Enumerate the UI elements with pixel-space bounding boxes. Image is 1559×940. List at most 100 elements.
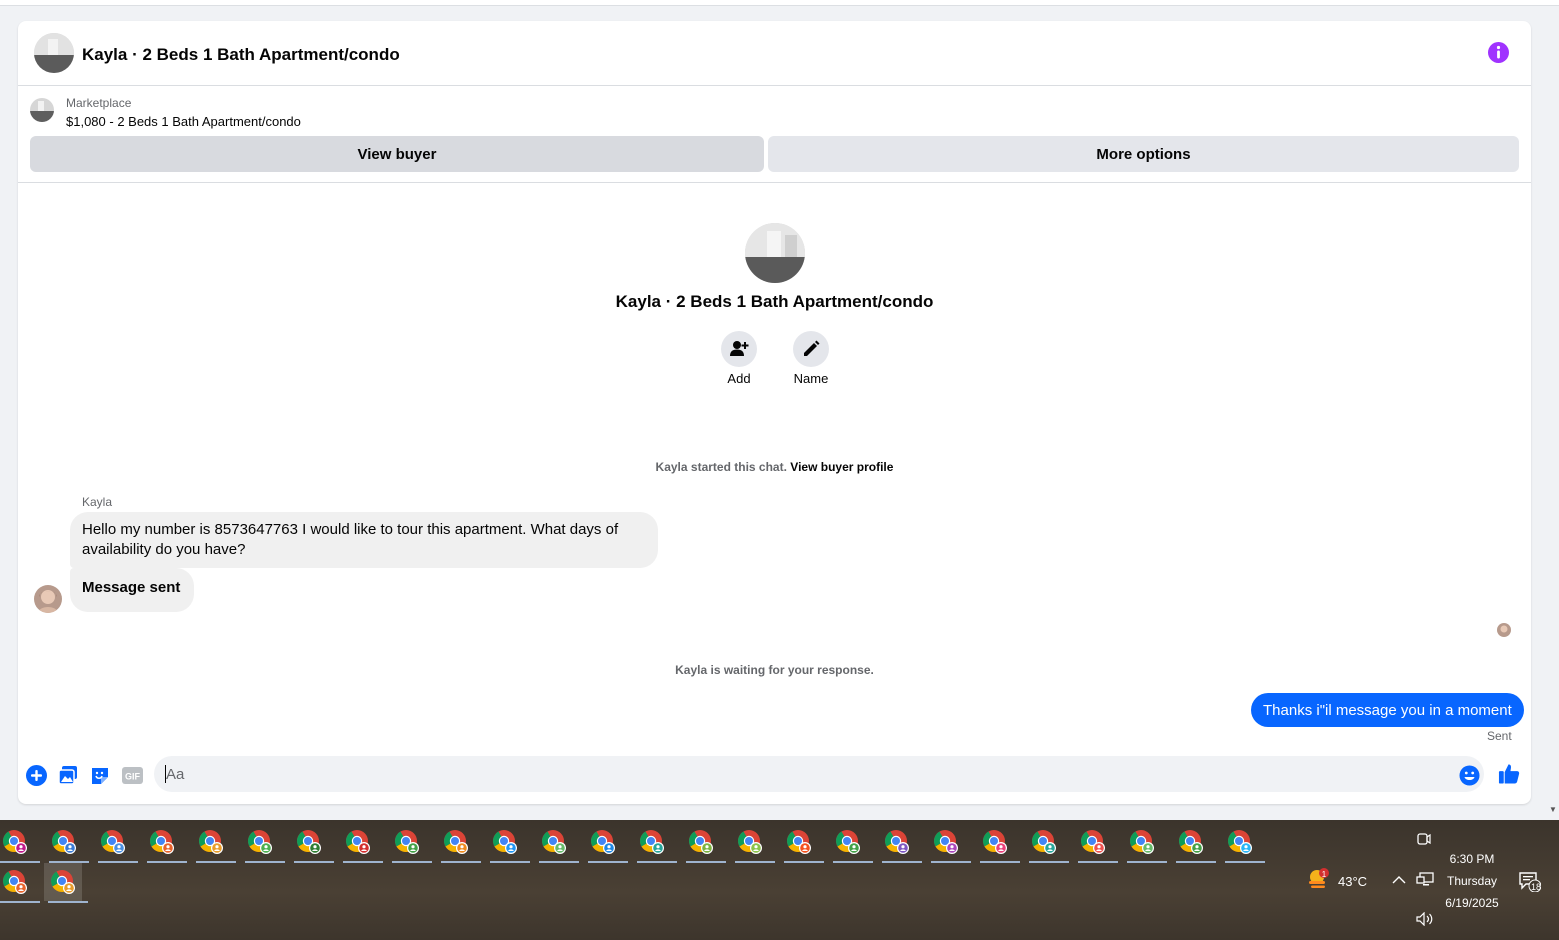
chrome-taskbar-icon[interactable] [1172,823,1216,863]
listing-price-title[interactable]: $1,080 - 2 Beds 1 Bath Apartment/condo [66,114,301,129]
taskbar-running-indicator [147,861,187,863]
taskbar-running-indicator [1127,861,1167,863]
taskbar-running-indicator [980,861,1020,863]
emoji-icon[interactable] [1458,764,1480,786]
taskbar-running-indicator [98,861,138,863]
taskbar-running-indicator [588,861,628,863]
sticker-icon[interactable] [89,764,111,786]
taskbar-running-indicator [343,861,383,863]
chevron-up-icon[interactable] [1392,874,1406,888]
listing-thumbnail[interactable] [30,98,54,122]
taskbar-running-indicator [392,861,432,863]
chrome-taskbar-icon[interactable] [44,863,88,903]
message-input[interactable] [154,756,1484,792]
chrome-taskbar-icon[interactable] [241,823,285,863]
windows-taskbar: 1 43°C 6:30 PM Thursday 6/19/2025 18 [0,820,1559,940]
chrome-taskbar-icon[interactable] [0,863,40,903]
chrome-taskbar-icon[interactable] [633,823,677,863]
taskbar-running-indicator [931,861,971,863]
message-composer: GIF [18,756,1531,796]
view-buyer-profile-link[interactable]: View buyer profile [790,460,893,474]
clock-date[interactable]: 6/19/2025 [1438,896,1506,910]
browser-top-strip [0,0,1559,6]
taskbar-running-indicator [735,861,775,863]
taskbar-running-indicator [0,901,40,903]
chrome-taskbar-icon[interactable] [584,823,628,863]
taskbar-running-indicator [48,901,88,903]
chat-header: Kayla · 2 Beds 1 Bath Apartment/condo [18,21,1531,86]
add-label: Add [727,371,751,386]
text-caret [165,765,166,783]
chat-started-line: Kayla started this chat. View buyer prof… [18,460,1531,474]
meet-now-icon[interactable] [1417,832,1431,849]
taskbar-running-indicator [294,861,334,863]
sent-status: Sent [1487,729,1512,743]
thumbs-up-icon[interactable] [1498,762,1520,784]
chrome-taskbar-icon[interactable] [535,823,579,863]
chat-title[interactable]: Kayla · 2 Beds 1 Bath Apartment/condo [82,45,400,65]
weather-temperature[interactable]: 43°C [1338,874,1367,889]
chrome-taskbar-icon[interactable] [1074,823,1118,863]
add-person-icon [730,341,749,356]
weather-alert-badge: 1 [1321,870,1327,879]
chrome-taskbar-icon[interactable] [339,823,383,863]
chrome-taskbar-icon[interactable] [1123,823,1167,863]
chrome-taskbar-icon[interactable] [0,823,40,863]
incoming-message[interactable]: Message sent [70,568,195,612]
chrome-taskbar-icon[interactable] [94,823,138,863]
view-buyer-button[interactable]: View buyer [30,136,764,172]
taskbar-running-indicator [245,861,285,863]
chrome-taskbar-icon[interactable] [780,823,824,863]
notification-count: 18 [1530,882,1541,892]
taskbar-running-indicator [637,861,677,863]
chrome-taskbar-icon[interactable] [731,823,775,863]
marketplace-label: Marketplace [66,96,132,110]
network-icon[interactable] [1416,872,1434,891]
info-icon[interactable] [1488,42,1509,63]
taskbar-running-indicator [1225,861,1265,863]
taskbar-running-indicator [882,861,922,863]
taskbar-running-indicator [784,861,824,863]
chrome-taskbar-icon[interactable] [976,823,1020,863]
svg-text:GIF: GIF [125,771,141,781]
incoming-message[interactable]: Hello my number is 8573647763 I would li… [70,512,658,568]
chrome-taskbar-icon[interactable] [437,823,481,863]
marketplace-listing: Marketplace $1,080 - 2 Beds 1 Bath Apart… [18,87,1531,183]
chrome-taskbar-icon[interactable] [878,823,922,863]
chrome-taskbar-icon[interactable] [192,823,236,863]
more-options-button[interactable]: More options [768,136,1519,172]
volume-icon[interactable] [1416,911,1434,929]
more-actions-icon[interactable] [25,764,47,786]
clock-day[interactable]: Thursday [1438,874,1506,888]
taskbar-running-indicator [441,861,481,863]
taskbar-running-indicator [1176,861,1216,863]
chrome-taskbar-icon[interactable] [290,823,334,863]
chrome-taskbar-icon[interactable] [927,823,971,863]
intro-title: Kayla · 2 Beds 1 Bath Apartment/condo [615,292,934,311]
sender-avatar[interactable] [34,585,62,613]
taskbar-running-indicator [196,861,236,863]
gif-icon[interactable]: GIF [121,764,143,786]
scroll-down-arrow[interactable]: ▼ [1549,805,1557,814]
name-button[interactable] [793,331,829,367]
chrome-taskbar-icon[interactable] [45,823,89,863]
sender-name: Kayla [82,495,113,509]
chrome-taskbar-icon[interactable] [486,823,530,863]
chrome-taskbar-icon[interactable] [829,823,873,863]
outgoing-message[interactable]: Thanks i"il message you in a moment [1251,693,1524,727]
chat-panel: Kayla · 2 Beds 1 Bath Apartment/condo Ma… [18,21,1531,804]
taskbar-running-indicator [686,861,726,863]
chrome-taskbar-icon[interactable] [388,823,432,863]
chat-started-text: Kayla started this chat. [655,460,787,474]
chrome-taskbar-icon[interactable] [143,823,187,863]
taskbar-running-indicator [1029,861,1069,863]
photo-icon[interactable] [57,764,79,786]
taskbar-running-indicator [1078,861,1118,863]
chrome-taskbar-icon[interactable] [1221,823,1265,863]
chrome-taskbar-icon[interactable] [1025,823,1069,863]
taskbar-running-indicator [833,861,873,863]
clock-time[interactable]: 6:30 PM [1438,852,1506,866]
add-button[interactable] [721,331,757,367]
listing-avatar[interactable] [34,33,74,73]
chrome-taskbar-icon[interactable] [682,823,726,863]
